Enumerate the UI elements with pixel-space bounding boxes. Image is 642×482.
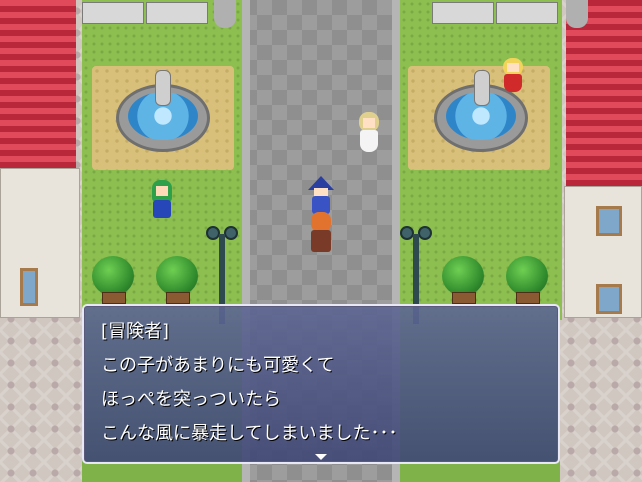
tree-pot: [102, 292, 126, 304]
bench: [146, 2, 208, 24]
npc-blonde-girl-white-dress[interactable]: [356, 112, 382, 154]
potted-tree: [506, 256, 548, 296]
lamp-base: [566, 0, 588, 28]
down-arrow-icon[interactable]: [315, 454, 327, 460]
speaker-name: [冒険者]: [101, 321, 170, 342]
bench: [432, 2, 494, 24]
potted-tree: [92, 256, 134, 296]
right-building-window-upper: [596, 206, 622, 236]
left-building-roof: [0, 0, 76, 168]
potted-tree: [156, 256, 198, 296]
bench: [496, 2, 558, 24]
dialog-line-3: こんな風に暴走してしまいました･･･: [101, 423, 398, 444]
lamp-base: [214, 0, 236, 28]
fountain-spout: [155, 70, 171, 106]
tree-pot: [166, 292, 190, 304]
dialog-line-1: この子があまりにも可愛くて: [101, 355, 335, 376]
player-adventurer[interactable]: [306, 212, 336, 254]
dialog-line-2: ほっぺを突っついたら: [101, 389, 281, 410]
right-building-window-lower: [596, 284, 622, 314]
tree-pot: [516, 292, 540, 304]
left-building-window: [20, 268, 38, 306]
fountain-spout: [474, 70, 490, 106]
message-window[interactable]: [冒険者] この子があまりにも可愛くて ほっぺを突っついたら こんな風に暴走して…: [82, 304, 560, 464]
bench: [82, 2, 144, 24]
potted-tree: [442, 256, 484, 296]
npc-blonde-girl-red-dress[interactable]: [500, 58, 526, 94]
npc-witch-hat-girl[interactable]: [306, 176, 336, 216]
game-scene: [冒険者] この子があまりにも可愛くて ほっぺを突っついたら こんな風に暴走して…: [0, 0, 642, 482]
tree-pot: [452, 292, 476, 304]
left-building-wall: [0, 168, 80, 318]
npc-green-hair-girl[interactable]: [148, 180, 176, 220]
